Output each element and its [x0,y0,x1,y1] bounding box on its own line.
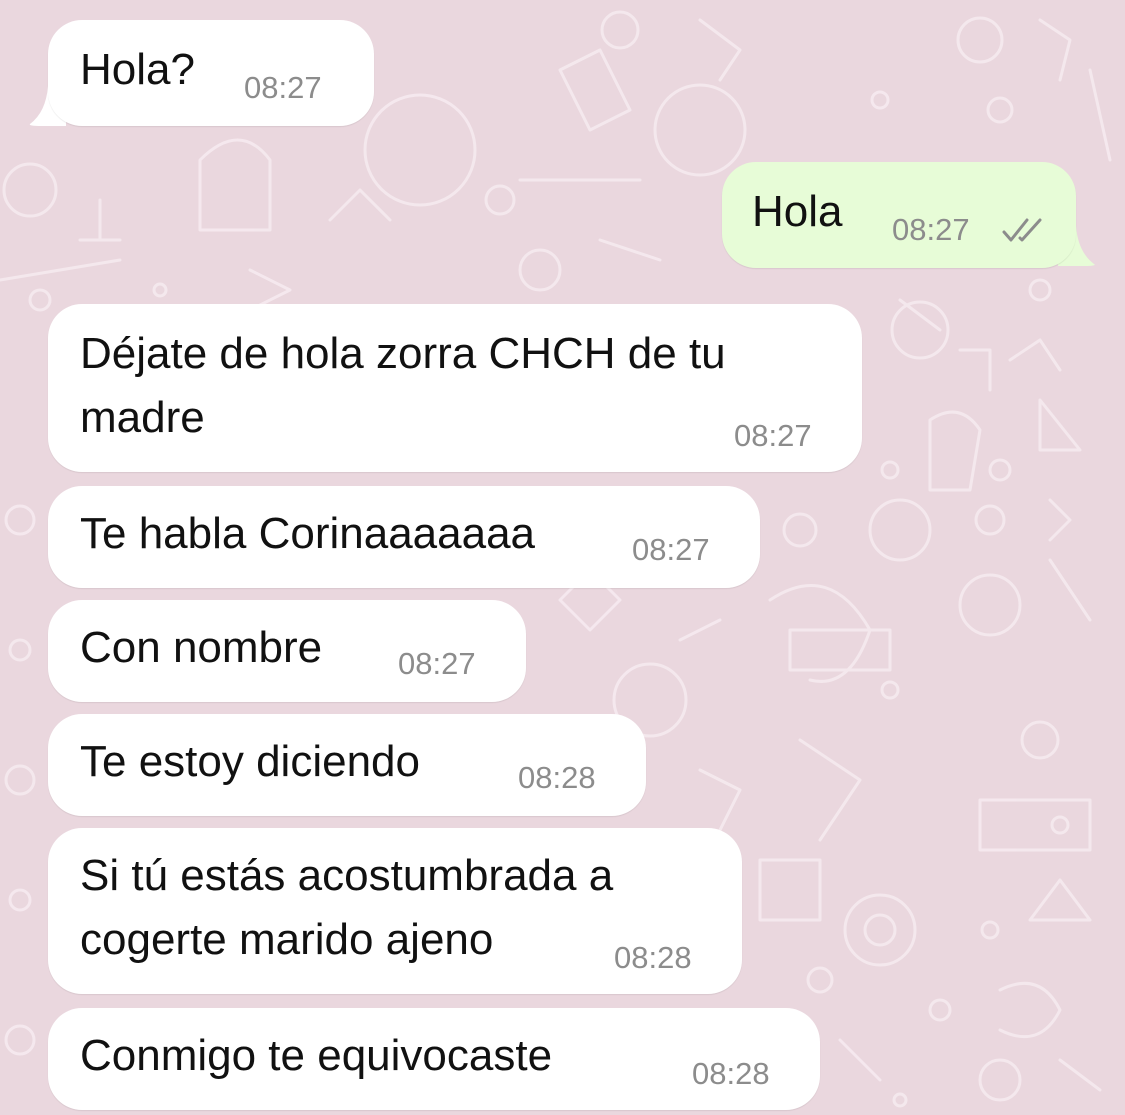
message-text: Te estoy diciendo [80,737,420,786]
message-text-line: madre [80,393,205,442]
message-bubble-incoming[interactable]: Te habla Corinaaaaaaa 08:27 [48,486,760,588]
message-text-line: Déjate de hola zorra CHCH de tu [80,329,726,378]
message-bubble-incoming[interactable]: Déjate de hola zorra CHCH de tu madre 08… [48,304,862,472]
message-bubble-outgoing[interactable]: Hola 08:27 [722,162,1076,268]
message-timestamp: 08:27 [398,646,476,681]
message-bubble-incoming[interactable]: Con nombre 08:27 [48,600,526,702]
message-timestamp: 08:28 [518,760,596,795]
message-timestamp: 08:27 [244,70,322,105]
message-timestamp: 08:28 [692,1056,770,1091]
message-bubble-incoming[interactable]: Si tú estás acostumbrada a cogerte marid… [48,828,742,994]
message-text: Hola? [80,45,195,94]
message-text-line: Si tú estás acostumbrada a [80,851,614,900]
message-bubble-incoming[interactable]: Conmigo te equivocaste 08:28 [48,1008,820,1110]
message-timestamp: 08:27 [734,418,812,453]
message-bubble-incoming[interactable]: Te estoy diciendo 08:28 [48,714,646,816]
message-text: Te habla Corinaaaaaaa [80,509,536,558]
message-text: Hola [752,187,843,236]
message-timestamp: 08:27 [892,212,970,247]
message-timestamp: 08:28 [614,940,692,975]
message-bubble-incoming[interactable]: Hola? 08:27 [48,20,374,126]
message-text: Con nombre [80,623,323,672]
message-text: Conmigo te equivocaste [80,1031,553,1080]
message-text-line: cogerte marido ajeno [80,915,494,964]
double-check-icon [1002,218,1042,242]
message-timestamp: 08:27 [632,532,710,567]
